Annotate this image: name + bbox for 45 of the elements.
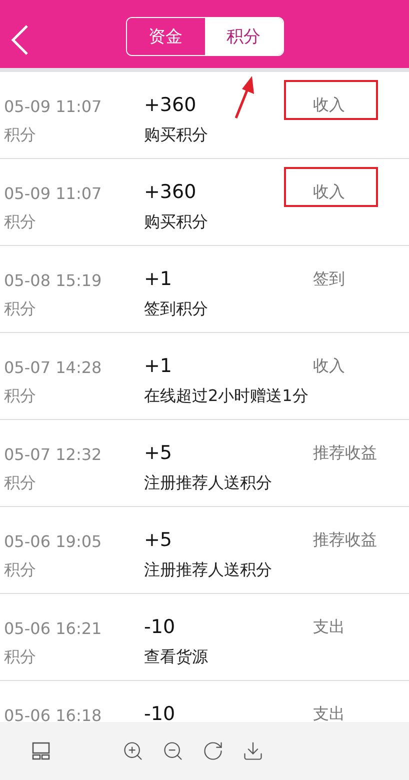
record-time: 05-06 19:05 bbox=[3, 532, 103, 551]
tab[interactable]: 积分 bbox=[204, 18, 282, 54]
record-category: 积分 bbox=[3, 298, 37, 320]
record-amount: +5 bbox=[144, 529, 174, 551]
record-type: 收入 bbox=[313, 95, 346, 116]
record-category: 积分 bbox=[3, 472, 37, 494]
record-time: 05-07 12:32 bbox=[3, 445, 103, 464]
record-amount: +5 bbox=[144, 442, 174, 464]
record-description: 购买积分 bbox=[144, 124, 209, 146]
record-type: 支出 bbox=[313, 704, 346, 722]
record-type: 推荐收益 bbox=[313, 530, 378, 551]
record-type: 收入 bbox=[313, 182, 346, 203]
record-time: 05-07 14:28 bbox=[3, 358, 103, 377]
record-amount: +360 bbox=[144, 181, 198, 203]
record-description: 查看货源 bbox=[144, 646, 209, 668]
record-amount: +1 bbox=[144, 355, 174, 377]
record-description: 签到积分 bbox=[144, 298, 209, 320]
record-time: 05-06 16:21 bbox=[3, 619, 103, 638]
record-type: 支出 bbox=[313, 617, 346, 638]
record-time: 05-08 15:19 bbox=[3, 271, 103, 290]
record-type: 签到 bbox=[313, 269, 346, 290]
zoom-in-icon[interactable] bbox=[122, 740, 144, 762]
record-category: 积分 bbox=[3, 646, 37, 668]
record-time: 05-06 16:18 bbox=[3, 706, 103, 722]
record-category: 积分 bbox=[3, 560, 37, 580]
record-amount: -10 bbox=[144, 703, 176, 722]
zoom-out-icon[interactable] bbox=[162, 740, 184, 762]
record-type: 收入 bbox=[313, 356, 346, 377]
record-type: 推荐收益 bbox=[313, 443, 378, 464]
record-description: 注册推荐人送积分 bbox=[144, 472, 273, 494]
layout-icon[interactable] bbox=[31, 741, 51, 761]
rotate-icon[interactable] bbox=[202, 740, 224, 762]
record-category: 积分 bbox=[3, 212, 37, 232]
download-icon[interactable] bbox=[242, 740, 264, 762]
record-category: 积分 bbox=[3, 124, 37, 146]
back-icon[interactable] bbox=[10, 24, 30, 56]
record-description: 注册推荐人送积分 bbox=[144, 560, 273, 580]
record-description: 购买积分 bbox=[144, 212, 209, 232]
record-time: 05-09 11:07 bbox=[3, 184, 103, 203]
record-category: 积分 bbox=[3, 386, 37, 406]
record-amount: -10 bbox=[144, 616, 176, 638]
record-amount: +360 bbox=[144, 94, 198, 116]
record-time: 05-09 11:07 bbox=[3, 97, 103, 116]
record-description: 在线超过2小时赠送1分 bbox=[144, 386, 310, 406]
record-amount: +1 bbox=[144, 268, 174, 290]
